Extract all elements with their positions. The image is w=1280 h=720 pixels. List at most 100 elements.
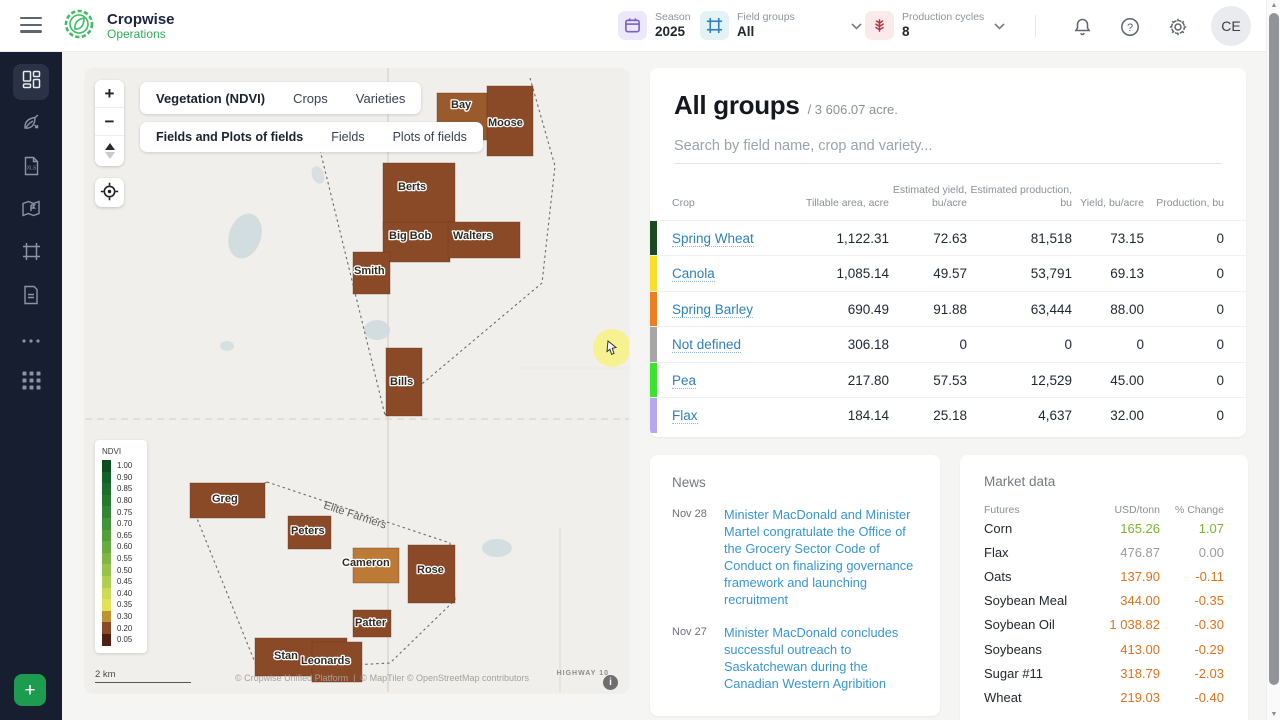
map-field-label: Stan xyxy=(274,650,298,662)
tilt-control[interactable] xyxy=(95,136,124,166)
sidebar-item-more[interactable] xyxy=(13,322,49,358)
sidebar-item-reports-xls[interactable]: XLS xyxy=(13,150,49,186)
news-link[interactable]: Minister MacDonald concludes successful … xyxy=(724,624,918,692)
legend-value: 0.05 xyxy=(117,635,132,644)
market-row: Oats137.90-0.11 xyxy=(984,564,1224,588)
sidebar-item-fields[interactable] xyxy=(13,236,49,272)
market-name: Soybean Meal xyxy=(984,593,1082,608)
menu-icon[interactable] xyxy=(20,17,42,35)
market-row: Soybean Meal344.00-0.35 xyxy=(984,589,1224,613)
info-icon[interactable]: i xyxy=(603,675,618,690)
market-table-header: FuturesUSD/tonn% Change xyxy=(984,504,1224,516)
crop-value: 0 xyxy=(967,337,1072,352)
sidebar-item-documents[interactable] xyxy=(13,279,49,315)
crop-link[interactable]: Pea xyxy=(672,373,696,389)
crop-value: 49.57 xyxy=(889,266,967,281)
sidebar-item-dashboard[interactable] xyxy=(13,64,49,100)
tab-plots-of-fields[interactable]: Plots of fields xyxy=(393,130,467,144)
help-icon[interactable]: ? xyxy=(1119,16,1141,38)
crop-value: 91.88 xyxy=(889,302,967,317)
market-row: Sugar #11318.79-2.03 xyxy=(984,661,1224,685)
map-field-big-bob[interactable] xyxy=(383,222,450,262)
brand-logo[interactable]: Cropwise Operations xyxy=(60,5,175,48)
crop-link[interactable]: Spring Wheat xyxy=(672,231,754,247)
map[interactable]: BayMooseBertsBig BobWaltersSmithBillsGre… xyxy=(85,68,629,692)
crop-link[interactable]: Spring Barley xyxy=(672,302,753,318)
crop-row: Spring Wheat1,122.3172.6381,51873.150 xyxy=(650,220,1246,256)
scale-label: 2 km xyxy=(95,669,116,680)
page-scrollbar[interactable]: ▲ ▼ xyxy=(1266,0,1280,720)
attribution-maptiler[interactable]: © MapTiler © OpenStreetMap contributors xyxy=(361,673,530,683)
sidebar-item-field-map[interactable] xyxy=(13,193,49,229)
gear-icon[interactable] xyxy=(1167,16,1189,38)
tab-fields-and-plots-of-fields[interactable]: Fields and Plots of fields xyxy=(156,130,303,144)
legend-step: 0.55 xyxy=(102,553,141,565)
map-field-label: Peters xyxy=(291,525,325,537)
news-item: Nov 28Minister MacDonald and Minister Ma… xyxy=(672,506,918,608)
crop-row: Not defined306.180000 xyxy=(650,326,1246,362)
scroll-up-icon[interactable]: ▲ xyxy=(1267,2,1280,9)
more-dots-icon xyxy=(21,331,41,349)
zoom-in-button[interactable]: + xyxy=(95,80,124,108)
market-name: Soybean Oil xyxy=(984,617,1082,632)
crop-link[interactable]: Not defined xyxy=(672,337,741,353)
attribution-cropwise[interactable]: © Cropwise Unified Platform xyxy=(235,673,348,683)
crop-table: Spring Wheat1,122.3172.6381,51873.150 Can… xyxy=(650,220,1246,433)
crop-value: 0 xyxy=(1144,266,1224,281)
crop-value: 184.14 xyxy=(794,408,889,423)
map-field-label: Rose xyxy=(417,564,444,576)
crop-link[interactable]: Flax xyxy=(672,408,698,424)
map-canvas[interactable]: BayMooseBertsBig BobWaltersSmithBillsGre… xyxy=(85,68,629,692)
chevron-down-icon xyxy=(994,17,1005,35)
legend-step: 0.35 xyxy=(102,599,141,611)
crop-value: 63,444 xyxy=(967,302,1072,317)
avatar[interactable]: CE xyxy=(1211,6,1251,46)
tab-crops[interactable]: Crops xyxy=(293,91,328,106)
news-link[interactable]: Minister MacDonald and Minister Martel c… xyxy=(724,506,918,608)
legend-color-swatch xyxy=(102,576,111,588)
map-scalebar: 2 km xyxy=(95,669,191,683)
scroll-down-icon[interactable]: ▼ xyxy=(1267,711,1280,718)
crop-value: 45.00 xyxy=(1072,373,1144,388)
search-input[interactable] xyxy=(674,131,1222,164)
tab-varieties[interactable]: Varieties xyxy=(356,91,406,106)
field-groups-label: Field groups xyxy=(737,11,795,24)
bell-icon[interactable] xyxy=(1071,16,1093,38)
legend-value: 0.75 xyxy=(117,508,132,517)
season-selector[interactable]: Season 2025 xyxy=(618,11,691,40)
zoom-out-button[interactable]: − xyxy=(95,108,124,136)
sidebar-item-apps[interactable] xyxy=(13,365,49,401)
season-label: Season xyxy=(655,11,691,24)
sidebar-item-scouting[interactable] xyxy=(13,107,49,143)
svg-text:?: ? xyxy=(1127,22,1133,34)
legend-step: 0.40 xyxy=(102,588,141,600)
cropwise-logo-icon xyxy=(60,5,98,48)
ndvi-legend: NDVI 1.000.900.850.800.750.700.650.600.5… xyxy=(95,440,147,653)
market-data-panel: Market data FuturesUSD/tonn% Change Corn… xyxy=(960,455,1248,720)
map-field-berts[interactable] xyxy=(383,163,455,230)
ndvi-legend-title: NDVI xyxy=(102,447,141,456)
crop-row: Spring Barley690.4991.8863,44488.000 xyxy=(650,291,1246,327)
crop-value: 81,518 xyxy=(967,231,1072,246)
tab-vegetation-ndvi-[interactable]: Vegetation (NDVI) xyxy=(156,91,265,106)
crop-value: 69.13 xyxy=(1072,266,1144,281)
locate-button[interactable] xyxy=(95,178,124,207)
legend-color-swatch xyxy=(102,564,111,576)
legend-value: 0.65 xyxy=(117,531,132,540)
topbar-divider xyxy=(1035,15,1036,37)
crop-value: 25.18 xyxy=(889,408,967,423)
legend-value: 0.80 xyxy=(117,496,132,505)
field-groups-selector[interactable]: Field groups All xyxy=(700,11,862,40)
crop-link[interactable]: Canola xyxy=(672,266,715,282)
frame-icon xyxy=(700,11,729,40)
crop-value: 88.00 xyxy=(1072,302,1144,317)
legend-color-swatch xyxy=(102,553,111,565)
tab-fields[interactable]: Fields xyxy=(331,130,364,144)
legend-step: 0.85 xyxy=(102,483,141,495)
legend-value: 0.40 xyxy=(117,589,132,598)
xls-file-icon: XLS xyxy=(22,156,41,181)
scrollbar-thumb[interactable] xyxy=(1269,13,1279,685)
calendar-icon xyxy=(618,11,647,40)
add-button[interactable]: + xyxy=(14,674,46,706)
production-cycles-selector[interactable]: Production cycles 8 xyxy=(865,11,1005,40)
